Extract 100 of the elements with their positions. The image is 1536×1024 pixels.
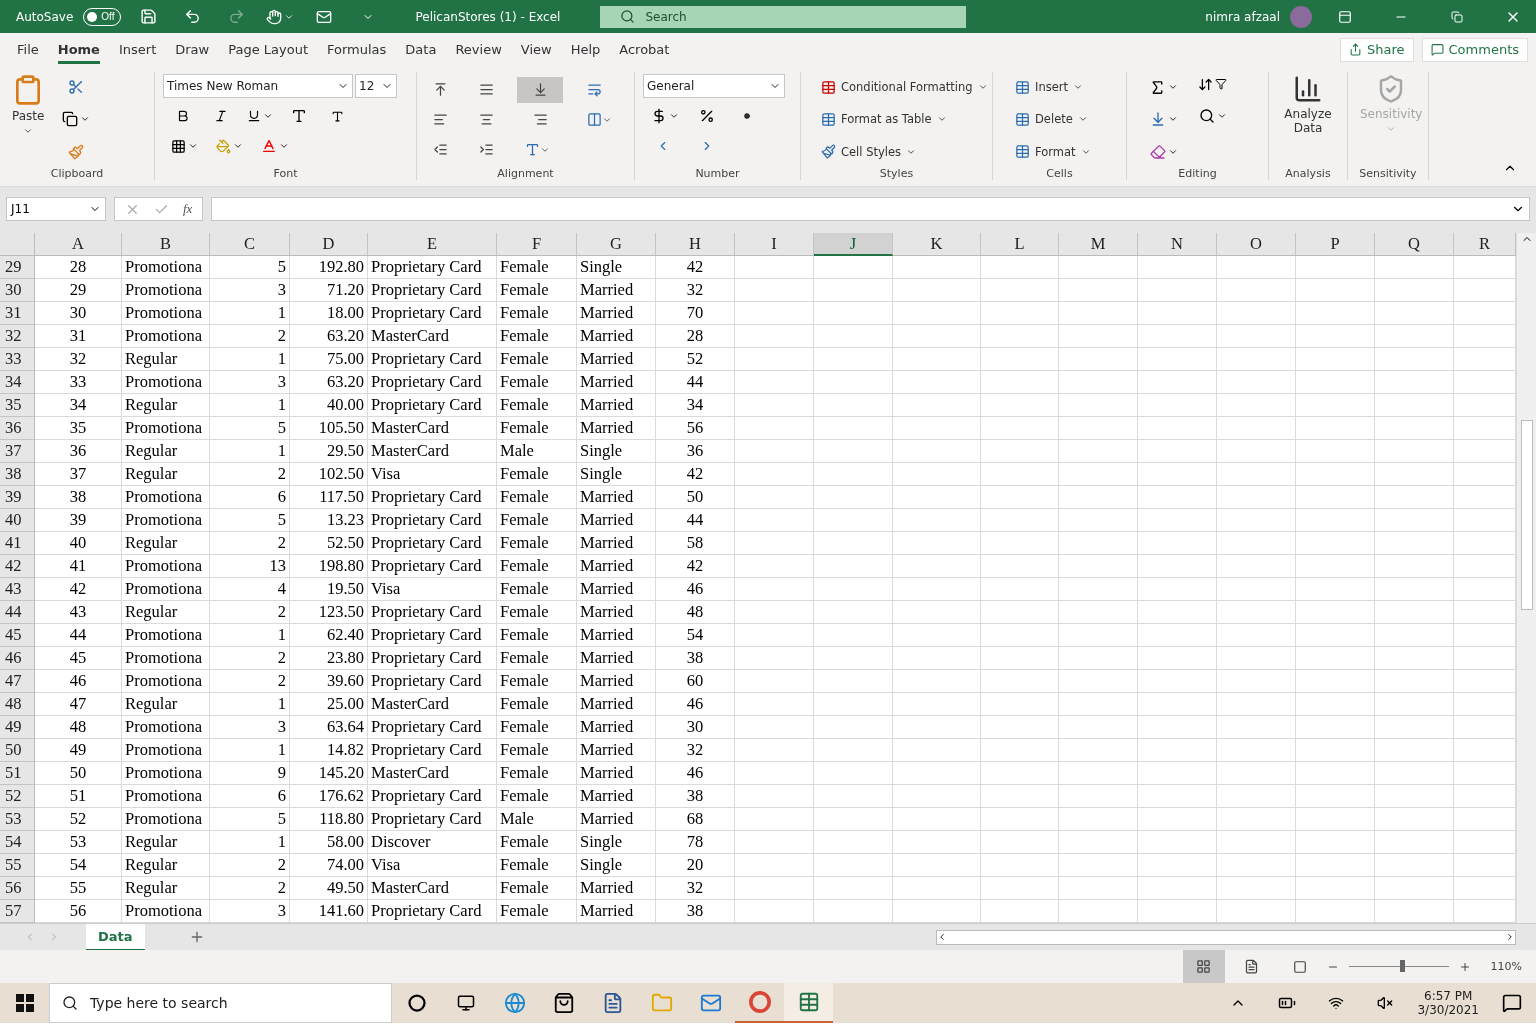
horizontal-scrollbar[interactable]: [936, 929, 1516, 945]
paste-button[interactable]: Paste: [8, 72, 49, 167]
row-header[interactable]: 51: [0, 762, 35, 785]
search-field[interactable]: Search: [600, 5, 967, 28]
table-cell: Female: [497, 394, 577, 417]
row-header[interactable]: 41: [0, 532, 35, 555]
row-header[interactable]: 35: [0, 394, 35, 417]
comment-icon: [1430, 43, 1444, 56]
table-cell: MasterCard: [368, 325, 497, 348]
menu-tab[interactable]: Data: [405, 35, 437, 64]
menu-tab[interactable]: Formulas: [327, 35, 387, 64]
styles-button[interactable]: Conditional Formatting: [821, 74, 988, 101]
table-cell: Female: [497, 486, 577, 509]
comments-button[interactable]: Comments: [1421, 37, 1528, 62]
scrollbar-thumb[interactable]: [1520, 420, 1533, 610]
row-header[interactable]: 46: [0, 647, 35, 670]
row-header[interactable]: 31: [0, 302, 35, 325]
column-header[interactable]: B: [122, 233, 210, 256]
table-cell: 46: [656, 762, 735, 785]
column-header[interactable]: F: [497, 233, 577, 256]
row-header[interactable]: 36: [0, 417, 35, 440]
column-header[interactable]: G: [577, 233, 656, 256]
menu-tab[interactable]: Home: [57, 35, 100, 64]
row-header[interactable]: 37: [0, 440, 35, 463]
share-button[interactable]: Share: [1340, 37, 1414, 62]
font-size-field[interactable]: 12: [355, 74, 397, 98]
menu-tab[interactable]: Draw: [175, 35, 210, 64]
column-header[interactable]: Q: [1375, 233, 1454, 256]
row-header[interactable]: 47: [0, 670, 35, 693]
zoom-in-icon[interactable]: [1458, 960, 1471, 973]
column-header[interactable]: C: [210, 233, 290, 256]
table-cell: 28: [35, 256, 122, 279]
row-header[interactable]: 56: [0, 877, 35, 900]
sheet-tab[interactable]: Data: [86, 923, 145, 951]
row-header[interactable]: 57: [0, 900, 35, 923]
column-header[interactable]: P: [1296, 233, 1375, 256]
column-header[interactable]: O: [1217, 233, 1296, 256]
column-header[interactable]: K: [893, 233, 981, 256]
row-header[interactable]: 42: [0, 555, 35, 578]
excel-icon[interactable]: [784, 983, 833, 1023]
row-header[interactable]: 43: [0, 578, 35, 601]
row-header[interactable]: 49: [0, 716, 35, 739]
row-header[interactable]: 45: [0, 624, 35, 647]
table-cell: 117.50: [290, 486, 368, 509]
column-header[interactable]: L: [981, 233, 1059, 256]
row-header[interactable]: 40: [0, 509, 35, 532]
analyze-data-button[interactable]: Analyze Data: [1277, 72, 1339, 167]
menu-tab[interactable]: Page Layout: [228, 35, 308, 64]
row-header[interactable]: 52: [0, 785, 35, 808]
table-cell: 23.80: [290, 647, 368, 670]
cells-button[interactable]: Format: [1015, 138, 1091, 165]
insert-function-button[interactable]: fx: [183, 201, 193, 217]
row-header[interactable]: 29: [0, 256, 35, 279]
table-icon: [1015, 144, 1030, 160]
styles-button[interactable]: Format as Table: [821, 106, 988, 133]
caret-icon: [23, 126, 34, 136]
number-format-field[interactable]: General: [643, 74, 785, 98]
row-header[interactable]: 53: [0, 808, 35, 831]
table-cell: 55: [35, 877, 122, 900]
row-header[interactable]: 48: [0, 693, 35, 716]
name-box[interactable]: J11: [6, 197, 106, 221]
column-header[interactable]: A: [35, 233, 122, 256]
column-header[interactable]: M: [1059, 233, 1138, 256]
normal-view-icon[interactable]: [1182, 950, 1225, 983]
row-header[interactable]: 54: [0, 831, 35, 854]
font-name-field[interactable]: Times New Roman: [163, 74, 353, 98]
cells-button[interactable]: Insert: [1015, 74, 1091, 101]
row-header[interactable]: 32: [0, 325, 35, 348]
vertical-scrollbar[interactable]: [1516, 233, 1536, 923]
row-header[interactable]: 38: [0, 463, 35, 486]
column-header[interactable]: E: [368, 233, 497, 256]
row-header[interactable]: 50: [0, 739, 35, 762]
row-header[interactable]: 39: [0, 486, 35, 509]
table-cell: 5: [210, 256, 290, 279]
formula-field[interactable]: [211, 197, 1530, 221]
menu-tab[interactable]: Review: [455, 35, 502, 64]
zoom-slider-thumb[interactable]: [1399, 960, 1405, 972]
table-cell: 36: [35, 440, 122, 463]
table-cell: Female: [497, 578, 577, 601]
column-header[interactable]: H: [656, 233, 735, 256]
menu-tab[interactable]: Insert: [118, 35, 157, 64]
column-header[interactable]: N: [1138, 233, 1217, 256]
taskbar-search-field[interactable]: Type here to search: [49, 983, 392, 1023]
row-header[interactable]: 44: [0, 601, 35, 624]
row-header[interactable]: 30: [0, 279, 35, 302]
row-header[interactable]: 55: [0, 854, 35, 877]
row-header[interactable]: 34: [0, 371, 35, 394]
menu-tab[interactable]: File: [17, 35, 39, 64]
column-header[interactable]: J: [814, 233, 893, 256]
menu-tab[interactable]: Acrobat: [619, 35, 670, 64]
row-header[interactable]: 33: [0, 348, 35, 371]
column-header[interactable]: R: [1454, 233, 1516, 256]
styles-button[interactable]: Cell Styles: [821, 138, 988, 165]
menu-tab[interactable]: View: [520, 35, 552, 64]
menu-tab[interactable]: Help: [570, 35, 601, 64]
table-cell: 13.23: [290, 509, 368, 532]
column-header[interactable]: I: [735, 233, 814, 256]
cells-button[interactable]: Delete: [1015, 106, 1091, 133]
align-bottom-icon[interactable]: [517, 76, 563, 103]
column-header[interactable]: D: [290, 233, 368, 256]
